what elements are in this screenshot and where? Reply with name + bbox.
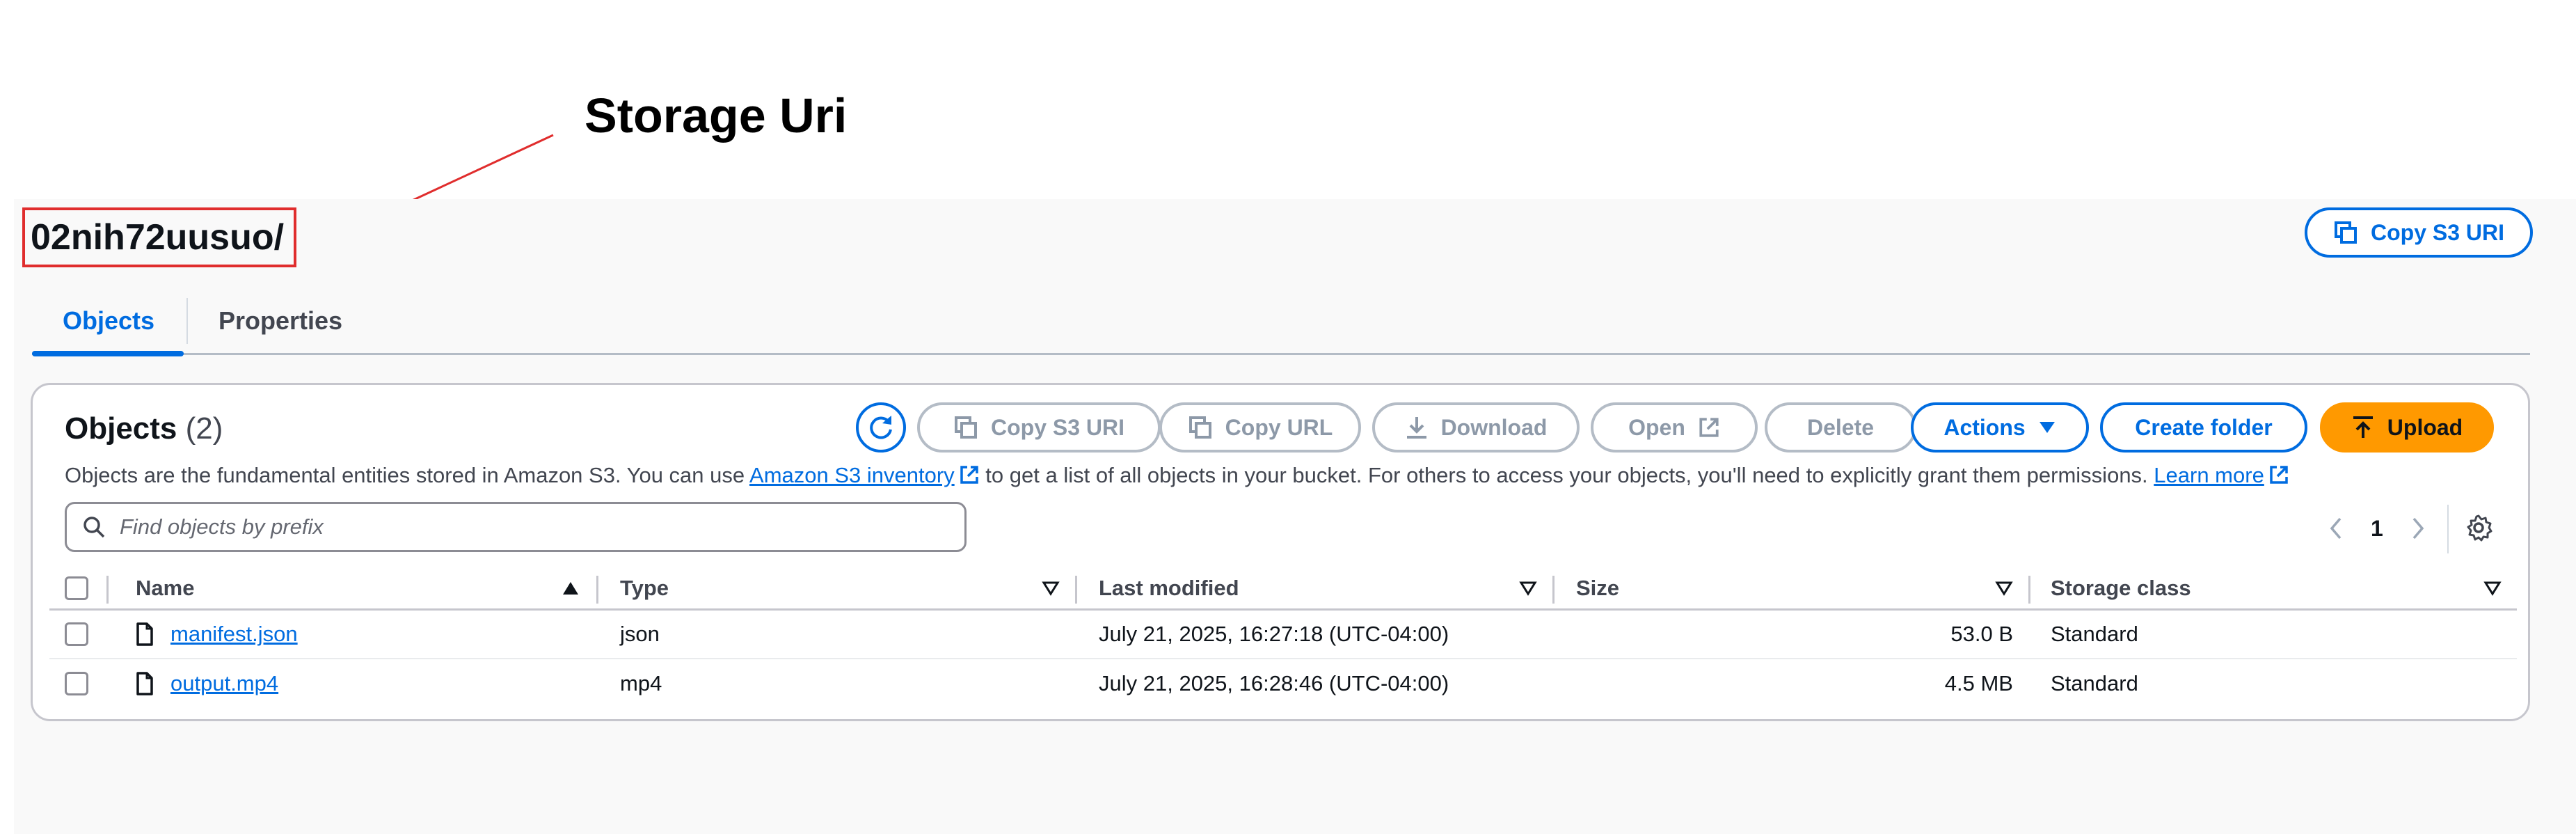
copy-s3-uri-header-label: Copy S3 URI — [2370, 219, 2505, 245]
objects-heading-title: Objects — [65, 411, 177, 446]
external-link-icon — [1698, 416, 1720, 439]
column-header-type[interactable]: Type — [620, 567, 669, 608]
page-title: 02nih72uusuo/ — [22, 207, 296, 267]
open-button[interactable]: Open — [1591, 402, 1758, 453]
refresh-icon — [866, 413, 896, 442]
pagination-divider — [2447, 505, 2449, 553]
copy-icon — [953, 415, 978, 440]
objects-table: Name Type Last modified Size Storage cla… — [49, 567, 2517, 708]
search-icon — [82, 515, 106, 539]
row-checkbox[interactable] — [65, 622, 88, 646]
column-divider[interactable] — [2028, 576, 2030, 604]
tab-divider — [186, 298, 188, 344]
delete-label: Delete — [1806, 414, 1875, 440]
row-select-cell — [65, 659, 88, 708]
column-header-storage-class[interactable]: Storage class — [2051, 567, 2191, 608]
storage-class-cell: Standard — [2051, 671, 2138, 695]
annotation-label: Storage Uri — [585, 88, 848, 143]
row-checkbox[interactable] — [65, 672, 88, 695]
upload-button[interactable]: Upload — [2320, 402, 2494, 453]
refresh-button[interactable] — [856, 402, 906, 453]
object-link[interactable]: manifest.json — [170, 622, 298, 647]
download-label: Download — [1440, 414, 1548, 440]
copy-url-label: Copy URL — [1225, 414, 1333, 440]
name-cell: output.mp4 — [136, 659, 278, 708]
download-button[interactable]: Download — [1372, 402, 1580, 453]
upload-label: Upload — [2387, 414, 2463, 440]
column-divider[interactable] — [1552, 576, 1555, 604]
settings-icon — [2464, 513, 2493, 542]
size-cell: 53.0 B — [1950, 622, 2013, 646]
table-row: manifest.json json July 21, 2025, 16:27:… — [49, 611, 2517, 659]
column-divider[interactable] — [1075, 576, 1077, 604]
object-link[interactable]: output.mp4 — [170, 671, 278, 696]
select-all-checkbox[interactable] — [65, 576, 88, 600]
learn-more-link[interactable]: Learn more — [2154, 463, 2264, 487]
copy-s3-uri-button[interactable]: Copy S3 URI — [917, 402, 1161, 453]
column-header-last-modified[interactable]: Last modified — [1099, 567, 1239, 608]
open-label: Open — [1628, 414, 1685, 440]
row-select-cell — [65, 611, 88, 658]
delete-button[interactable]: Delete — [1765, 402, 1916, 453]
tab-objects[interactable]: Objects — [63, 306, 154, 336]
copy-s3-uri-label: Copy S3 URI — [990, 414, 1125, 440]
download-icon — [1405, 415, 1429, 440]
current-page[interactable]: 1 — [2371, 516, 2383, 542]
copy-s3-uri-header-button[interactable]: Copy S3 URI — [2305, 207, 2533, 258]
copy-url-button[interactable]: Copy URL — [1159, 402, 1361, 453]
table-row: output.mp4 mp4 July 21, 2025, 16:28:46 (… — [49, 659, 2517, 708]
file-icon — [136, 672, 154, 695]
chevron-right-icon[interactable] — [2410, 516, 2426, 541]
type-cell: json — [620, 622, 660, 646]
column-header-name[interactable]: Name — [136, 567, 194, 608]
last-modified-cell: July 21, 2025, 16:27:18 (UTC-04:00) — [1099, 622, 1449, 646]
caret-down-icon — [2038, 420, 2056, 434]
column-divider[interactable] — [596, 576, 598, 604]
tab-properties[interactable]: Properties — [218, 306, 342, 336]
create-folder-label: Create folder — [2135, 414, 2273, 440]
column-header-size[interactable]: Size — [1576, 567, 1619, 608]
copy-icon — [1188, 415, 1213, 440]
copy-icon — [2333, 220, 2358, 245]
search-input[interactable] — [120, 514, 955, 540]
search-field[interactable] — [65, 502, 967, 552]
pagination: 1 — [2328, 508, 2426, 549]
screenshot-stage: Storage Uri 02nih72uusuo/ Copy S3 URI Ob… — [0, 0, 2576, 834]
upload-arrow-icon — [2351, 415, 2375, 440]
chevron-left-icon[interactable] — [2328, 516, 2344, 541]
objects-heading: Objects (2) — [65, 411, 223, 446]
sort-desc-icon[interactable] — [1042, 567, 1060, 608]
actions-dropdown-button[interactable]: Actions — [1911, 402, 2089, 453]
actions-label: Actions — [1943, 414, 2026, 440]
storage-class-cell: Standard — [2051, 622, 2138, 646]
description-text-start: Objects are the fundamental entities sto… — [65, 463, 750, 487]
sort-asc-icon[interactable] — [562, 567, 580, 608]
objects-description: Objects are the fundamental entities sto… — [65, 463, 2289, 491]
type-cell: mp4 — [620, 671, 662, 695]
create-folder-button[interactable]: Create folder — [2100, 402, 2307, 453]
objects-count: (2) — [185, 411, 223, 446]
description-text-middle: to get a list of all objects in your buc… — [979, 463, 2154, 487]
table-preferences-button[interactable] — [2464, 513, 2493, 542]
external-link-icon — [959, 464, 980, 491]
external-link-icon — [2268, 464, 2289, 491]
last-modified-cell: July 21, 2025, 16:28:46 (UTC-04:00) — [1099, 671, 1449, 695]
sort-desc-icon[interactable] — [1995, 567, 2013, 608]
sort-desc-icon[interactable] — [2483, 567, 2502, 608]
tab-bar: Objects Properties — [32, 290, 2530, 356]
column-divider — [106, 576, 109, 604]
select-all-cell — [65, 567, 88, 608]
table-header-row: Name Type Last modified Size Storage cla… — [49, 567, 2517, 611]
name-cell: manifest.json — [136, 611, 298, 658]
sort-desc-icon[interactable] — [1519, 567, 1537, 608]
inventory-link[interactable]: Amazon S3 inventory — [749, 463, 955, 487]
file-icon — [136, 622, 154, 646]
size-cell: 4.5 MB — [1944, 671, 2013, 695]
active-tab-indicator — [32, 351, 184, 356]
